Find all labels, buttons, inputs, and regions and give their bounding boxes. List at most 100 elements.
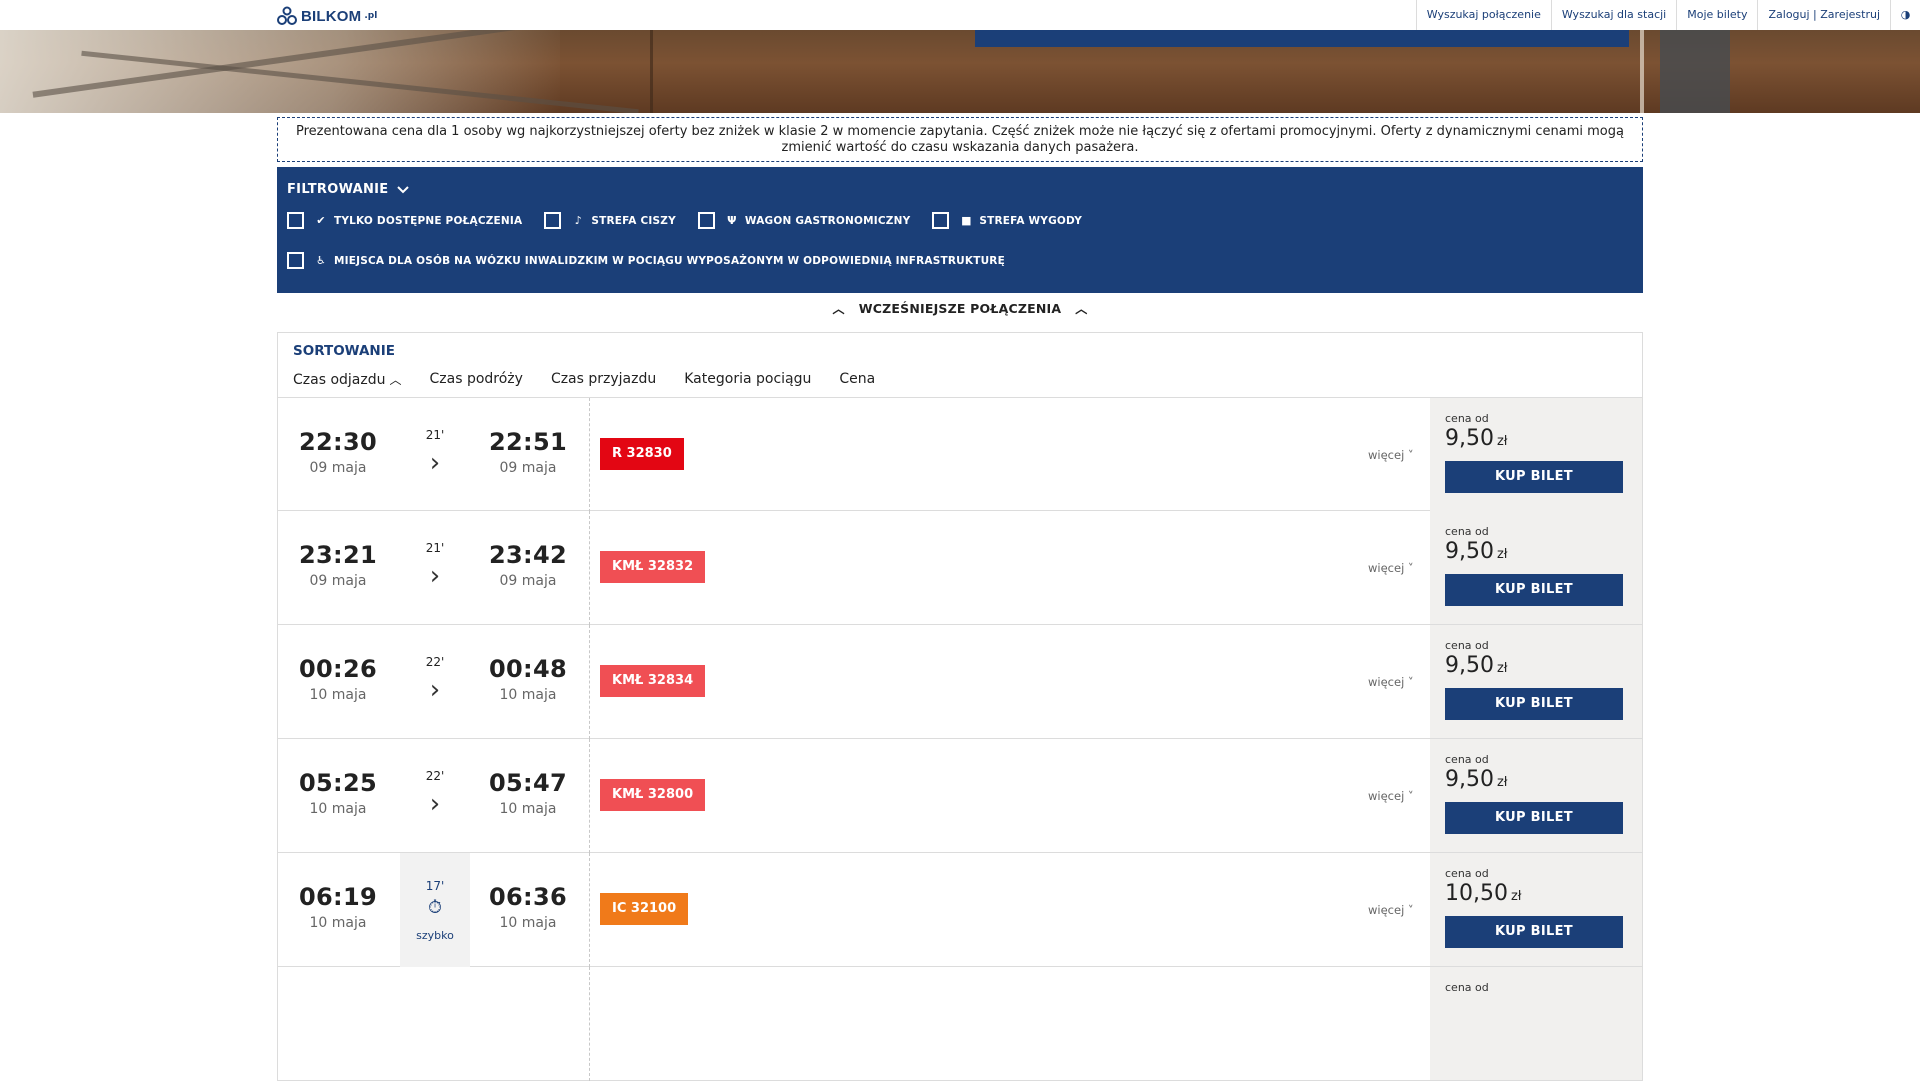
chevron-down-icon: [396, 185, 409, 193]
filter-row-2: ♿ MIEJSCA DLA OSÓB NA WÓZKU INWALIDZKIM …: [287, 252, 1005, 269]
filter-dining-car-label: WAGON GASTRONOMICZNY: [744, 214, 911, 227]
connection-row[interactable]: 06:19 10 maja 17' ⏱ szybko 06:36 10 maja…: [277, 853, 1643, 967]
duration-block: 22' ›: [400, 739, 470, 853]
chevron-right-icon: ›: [429, 789, 441, 819]
connection-row[interactable]: 00:26 10 maja 22' › 00:48 10 maja KMŁ 32…: [277, 625, 1643, 739]
buy-ticket-button[interactable]: KUP BILET: [1445, 802, 1623, 834]
train-badge[interactable]: R 32830: [600, 438, 684, 470]
arrival-date: 10 maja: [499, 687, 557, 703]
wheelchair-icon: ♿: [315, 254, 327, 267]
more-link[interactable]: więcej ˅: [1368, 561, 1414, 575]
divider: [589, 739, 590, 853]
filter-comfort-zone[interactable]: ■ STREFA WYGODY: [932, 212, 1082, 229]
departure-date: 09 maja: [309, 460, 367, 476]
chevron-right-icon: ›: [429, 561, 441, 591]
filter-title: FILTROWANIE: [287, 182, 389, 197]
checkbox[interactable]: [287, 252, 304, 269]
duration: 17': [425, 879, 445, 893]
fast-label: szybko: [416, 929, 454, 942]
chevron-up-icon: ︿: [832, 302, 845, 316]
nav-search-station[interactable]: Wyszukaj dla stacji: [1550, 0, 1676, 30]
sort-departure-label: Czas odjazdu: [293, 372, 386, 388]
results-list: 22:30 09 maja 21' › 22:51 09 maja R 3283…: [277, 397, 1643, 1081]
sort-travel-time[interactable]: Czas podróży: [430, 371, 523, 388]
departure-time: 06:19: [299, 883, 377, 911]
sort-price[interactable]: Cena: [839, 371, 875, 388]
earlier-connections-button[interactable]: ︿ WCZEŚNIEJSZE POŁĄCZENIA ︿: [277, 300, 1643, 324]
filter-wheelchair[interactable]: ♿ MIEJSCA DLA OSÓB NA WÓZKU INWALIDZKIM …: [287, 252, 1005, 269]
hero-banner: [0, 30, 1920, 113]
duration: 21': [425, 541, 445, 555]
departure-time: 05:25: [299, 769, 377, 797]
train-badge[interactable]: KMŁ 32800: [600, 779, 706, 811]
chevron-right-icon: ›: [429, 448, 441, 478]
logo[interactable]: BILKOM .pl: [276, 6, 377, 26]
contrast-toggle-icon[interactable]: ◑: [1890, 0, 1920, 30]
price: 9,50 zł: [1445, 767, 1508, 792]
divider: [589, 625, 590, 739]
price-box: cena od 9,50 zł KUP BILET: [1430, 511, 1642, 624]
sort-arrival[interactable]: Czas przyjazdu: [551, 371, 656, 388]
chevron-right-icon: ›: [429, 675, 441, 705]
duration-block: 21' ›: [400, 511, 470, 625]
chevron-up-icon: ︿: [1075, 302, 1088, 316]
connection-row[interactable]: 22:30 09 maja 21' › 22:51 09 maja R 3283…: [277, 397, 1643, 512]
arrival-date: 09 maja: [499, 573, 557, 589]
checkbox[interactable]: [544, 212, 562, 229]
duration-block: 21' ›: [400, 398, 470, 512]
buy-ticket-button[interactable]: KUP BILET: [1445, 461, 1623, 493]
departure-time: 22:30: [299, 428, 377, 456]
duration: 22': [425, 655, 445, 669]
connection-row[interactable]: cena od: [277, 967, 1643, 1081]
departure: 00:26 10 maja: [278, 655, 398, 703]
arrival-time: 22:51: [489, 428, 567, 456]
train-badge[interactable]: KMŁ 32834: [600, 665, 706, 697]
connection-row[interactable]: 05:25 10 maja 22' › 05:47 10 maja KMŁ 32…: [277, 739, 1643, 853]
more-link[interactable]: więcej ˅: [1368, 789, 1414, 803]
price-value: 9,50: [1445, 767, 1494, 792]
filter-wheelchair-label: MIEJSCA DLA OSÓB NA WÓZKU INWALIDZKIM W …: [334, 254, 1005, 267]
price-value: 9,50: [1445, 539, 1494, 564]
price: 9,50 zł: [1445, 653, 1508, 678]
filter-dining-car[interactable]: Ψ WAGON GASTRONOMICZNY: [697, 212, 911, 229]
nav-login-register[interactable]: Zaloguj | Zarejestruj: [1757, 0, 1890, 30]
nav-my-tickets[interactable]: Moje bilety: [1676, 0, 1757, 30]
arrival-date: 10 maja: [499, 801, 557, 817]
sort-category[interactable]: Kategoria pociągu: [684, 371, 811, 388]
sorting-options: Czas odjazdu ︿ Czas podróży Czas przyjazd…: [293, 371, 875, 388]
checkbox[interactable]: [697, 212, 715, 229]
filter-toggle[interactable]: FILTROWANIE: [287, 182, 409, 197]
train-badge[interactable]: IC 32100: [600, 893, 689, 925]
duration: 21': [425, 428, 445, 442]
more-link[interactable]: więcej ˅: [1368, 903, 1414, 917]
logo-brand: BILKOM: [301, 7, 362, 25]
price-from-label: cena od: [1445, 525, 1489, 538]
buy-ticket-button[interactable]: KUP BILET: [1445, 916, 1623, 948]
price-value: 9,50: [1445, 653, 1494, 678]
train-badge[interactable]: KMŁ 32832: [600, 551, 706, 583]
departure-date: 10 maja: [309, 687, 367, 703]
checkbox[interactable]: [932, 212, 950, 229]
sort-departure[interactable]: Czas odjazdu ︿: [293, 371, 402, 388]
connection-row[interactable]: 23:21 09 maja 21' › 23:42 09 maja KMŁ 32…: [277, 511, 1643, 625]
filter-quiet-zone[interactable]: ♪ STREFA CISZY: [544, 212, 676, 229]
more-link[interactable]: więcej ˅: [1368, 448, 1414, 462]
checkbox[interactable]: [287, 212, 304, 229]
price: 9,50 zł: [1445, 539, 1508, 564]
price: 9,50 zł: [1445, 426, 1508, 451]
departure-time: 23:21: [299, 541, 377, 569]
arrival-date: 10 maja: [499, 915, 557, 931]
duration: 22': [425, 769, 445, 783]
buy-ticket-button[interactable]: KUP BILET: [1445, 574, 1623, 606]
buy-ticket-button[interactable]: KUP BILET: [1445, 688, 1623, 720]
top-nav: Wyszukaj połączenie Wyszukaj dla stacji …: [1415, 0, 1920, 30]
arrival-time: 23:42: [489, 541, 567, 569]
more-link[interactable]: więcej ˅: [1368, 675, 1414, 689]
divider: [589, 967, 590, 1081]
nav-search-connection[interactable]: Wyszukaj połączenie: [1415, 0, 1551, 30]
price-from-label: cena od: [1445, 753, 1489, 766]
cutlery-icon: Ψ: [727, 214, 737, 227]
filter-comfort-zone-label: STREFA WYGODY: [979, 214, 1082, 227]
quiet-icon: ♪: [574, 214, 582, 227]
filter-available-only[interactable]: ✔ TYLKO DOSTĘPNE POŁĄCZENIA: [287, 212, 522, 229]
